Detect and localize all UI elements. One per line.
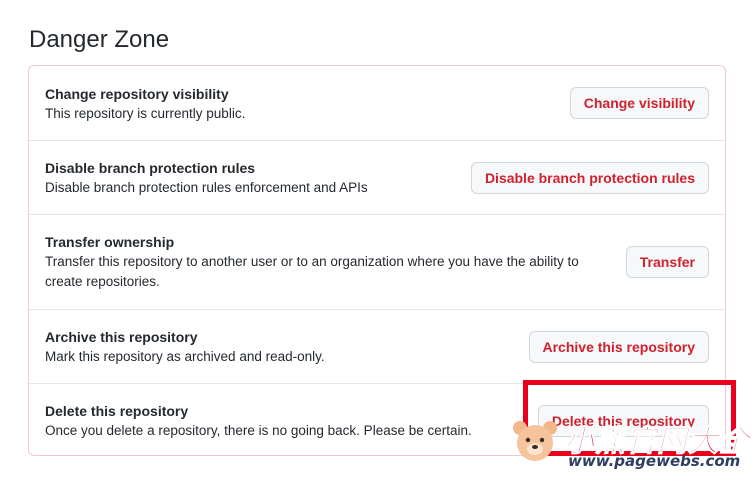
danger-row-change-visibility: Change repository visibility This reposi…: [29, 66, 725, 140]
row-description: Transfer this repository to another user…: [45, 254, 579, 289]
row-text: Delete this repository Once you delete a…: [45, 401, 472, 441]
danger-row-disable-branch-protection: Disable branch protection rules Disable …: [29, 140, 725, 214]
row-text: Archive this repository Mark this reposi…: [45, 327, 325, 367]
watermark-url: www.pagewebs.com: [568, 452, 741, 470]
danger-row-archive: Archive this repository Mark this reposi…: [29, 309, 725, 383]
row-text: Change repository visibility This reposi…: [45, 84, 245, 124]
row-title: Delete this repository: [45, 403, 189, 419]
row-title: Disable branch protection rules: [45, 160, 256, 176]
change-visibility-button[interactable]: Change visibility: [569, 87, 709, 119]
watermark: 小熊官网大全 www.pagewebs.com: [508, 412, 750, 476]
row-text: Transfer ownership Transfer this reposit…: [45, 232, 615, 292]
row-description: Once you delete a repository, there is n…: [45, 423, 472, 438]
row-description: This repository is currently public.: [45, 106, 246, 121]
archive-repository-button[interactable]: Archive this repository: [528, 331, 709, 363]
bear-logo-icon: [513, 421, 557, 461]
transfer-button[interactable]: Transfer: [625, 246, 709, 278]
settings-page: Danger Zone Change repository visibility…: [0, 0, 756, 481]
row-description: Disable branch protection rules enforcem…: [45, 180, 368, 195]
danger-zone-heading: Danger Zone: [29, 26, 170, 53]
row-description: Mark this repository as archived and rea…: [45, 349, 325, 364]
row-title: Change repository visibility: [45, 86, 229, 102]
row-title: Transfer ownership: [45, 234, 175, 250]
row-title: Archive this repository: [45, 329, 198, 345]
disable-branch-protection-button[interactable]: Disable branch protection rules: [470, 162, 709, 194]
row-text: Disable branch protection rules Disable …: [45, 158, 368, 198]
danger-row-transfer-ownership: Transfer ownership Transfer this reposit…: [29, 214, 725, 309]
